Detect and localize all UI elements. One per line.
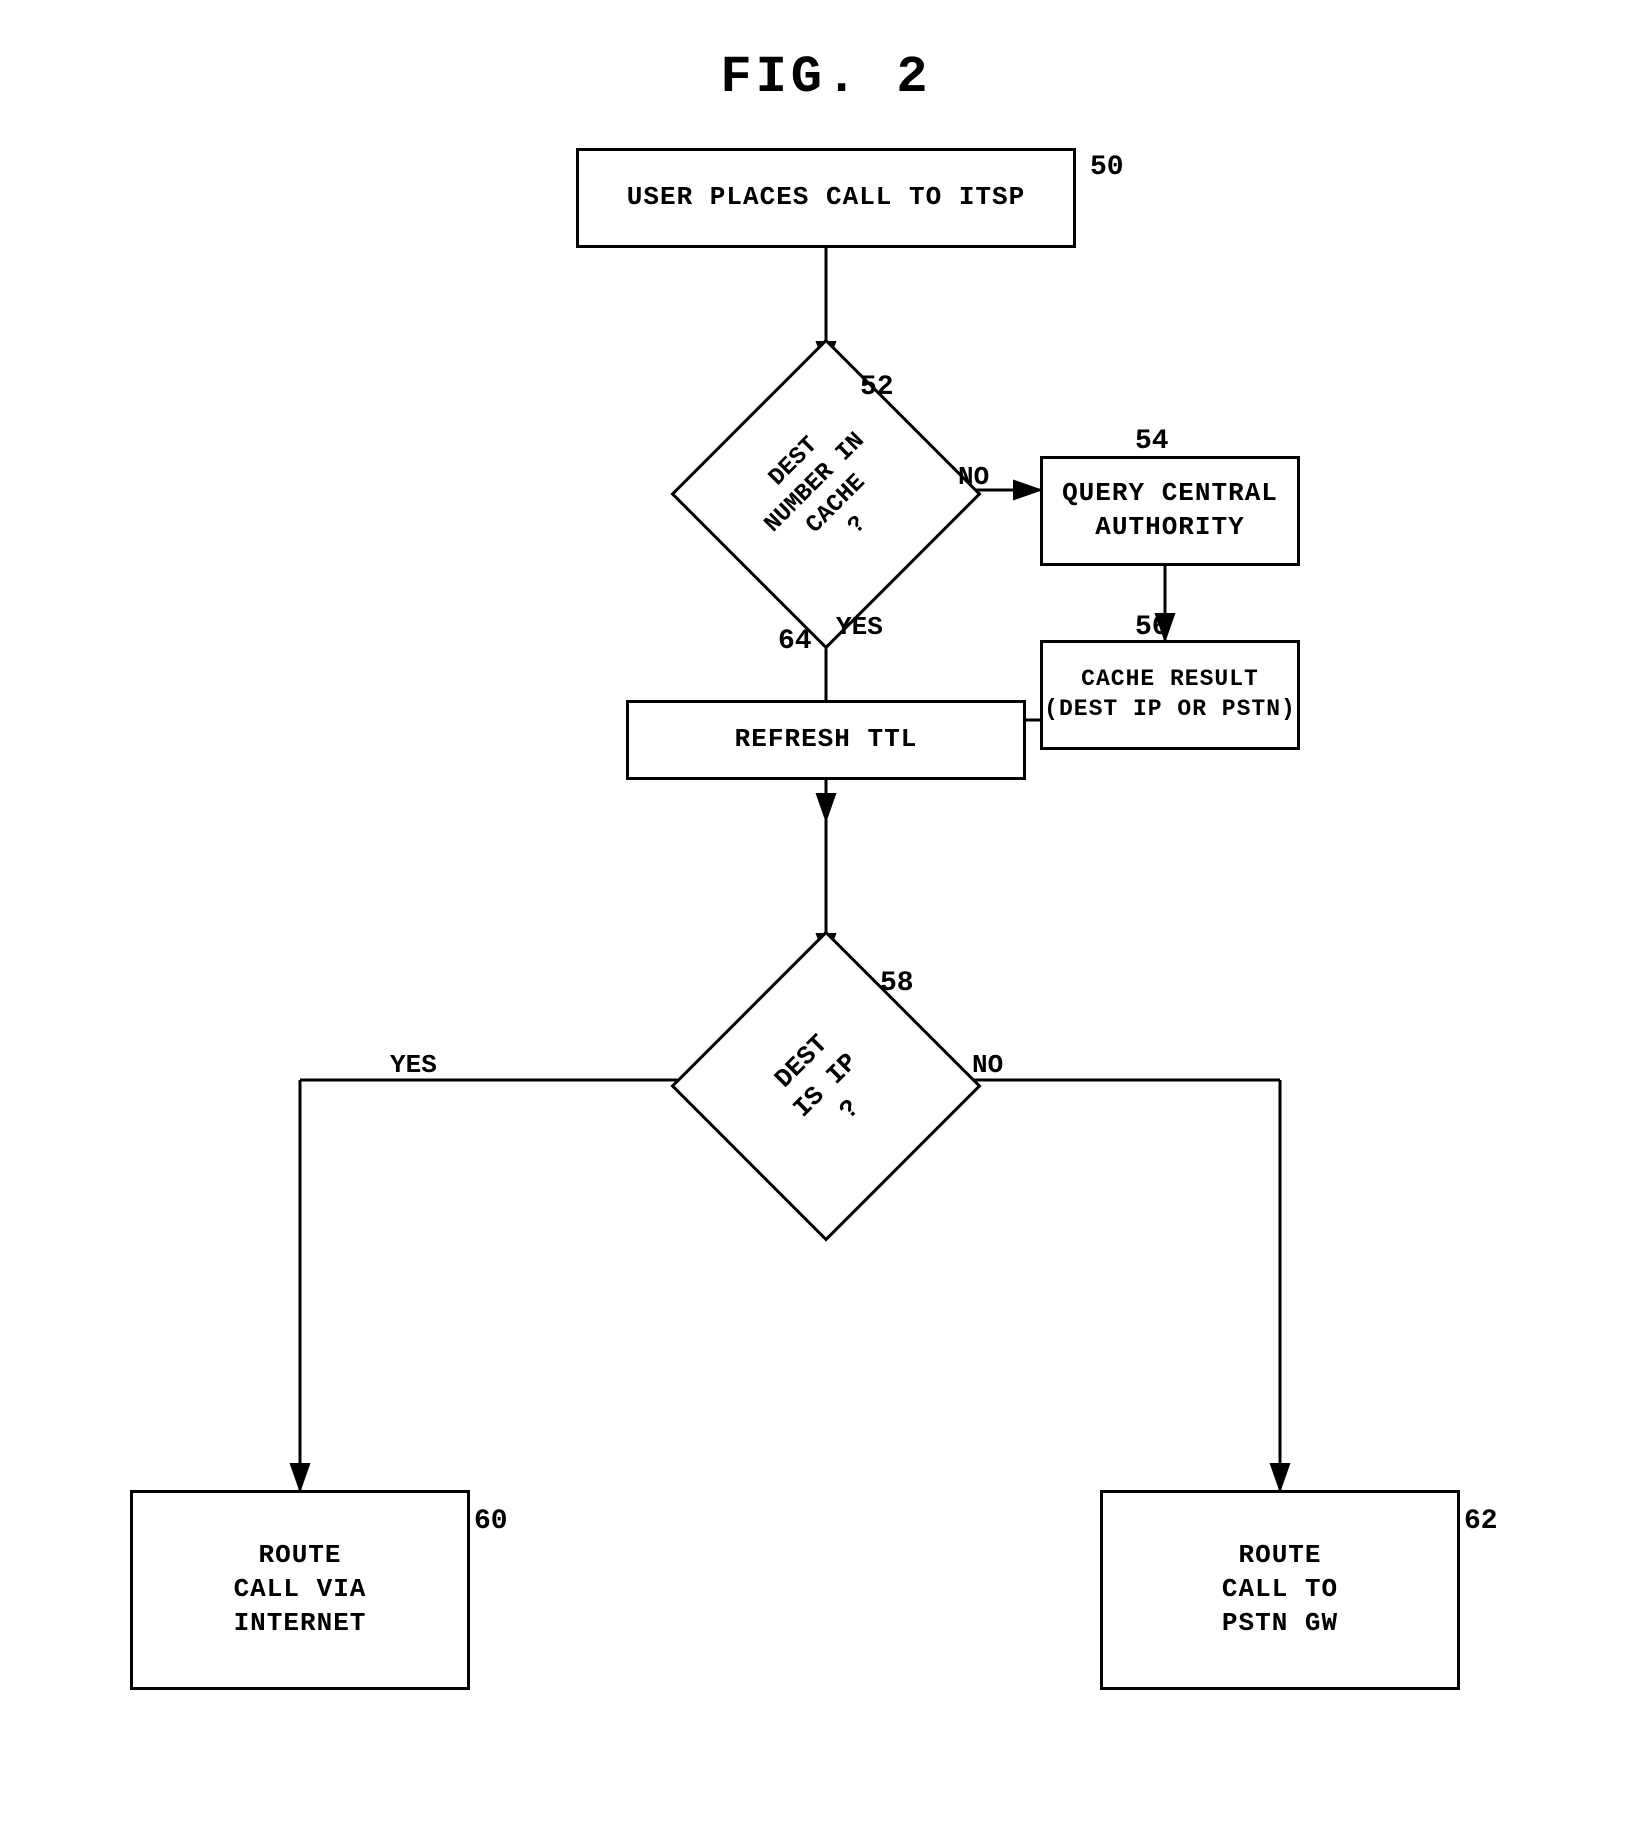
refresh-ttl-box: REFRESH TTL (626, 700, 1026, 780)
route-pstn-box: ROUTE CALL TO PSTN GW (1100, 1490, 1460, 1690)
cache-result-box: CACHE RESULT (DEST IP OR PSTN) (1040, 640, 1300, 750)
figure-title: FIG. 2 (0, 48, 1652, 107)
yes2-label: YES (390, 1050, 437, 1080)
diamond1-wrapper: DESTNUMBER INCACHE? (700, 368, 952, 620)
start-box: USER PLACES CALL TO ITSP (576, 148, 1076, 248)
ref-64: 64 (778, 626, 812, 657)
ref-50: 50 (1090, 152, 1124, 183)
ref-52: 52 (860, 372, 894, 403)
ref-54: 54 (1135, 426, 1169, 457)
ref-56: 56 (1135, 612, 1169, 643)
diagram-container: FIG. 2 USER PLACES CAL (0, 0, 1652, 1840)
no2-label: NO (972, 1050, 1003, 1080)
yes1-label: YES (836, 612, 883, 642)
ref-62: 62 (1464, 1506, 1498, 1537)
ref-58: 58 (880, 968, 914, 999)
route-internet-box: ROUTE CALL VIA INTERNET (130, 1490, 470, 1690)
query-central-box: QUERY CENTRAL AUTHORITY (1040, 456, 1300, 566)
no1-label: NO (958, 462, 989, 492)
ref-60: 60 (474, 1506, 508, 1537)
diamond2-wrapper: DESTIS IP? (700, 960, 952, 1212)
